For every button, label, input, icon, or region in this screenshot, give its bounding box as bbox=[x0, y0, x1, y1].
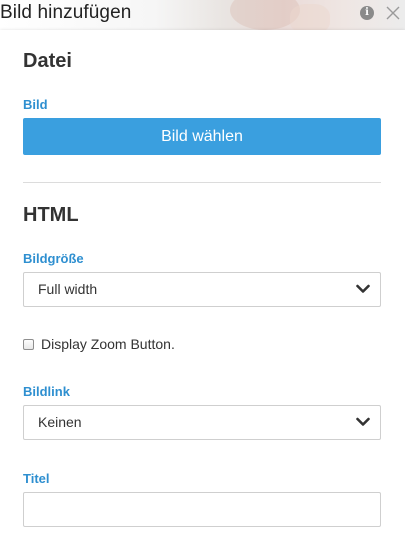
dialog-panel: Datei Bild Bild wählen HTML Bildgröße Fu… bbox=[0, 30, 405, 544]
section-divider bbox=[23, 182, 381, 183]
section-title-html: HTML bbox=[23, 204, 79, 226]
image-link-label: Bildlink bbox=[23, 384, 70, 399]
chevron-down-icon bbox=[356, 284, 370, 293]
image-link-select[interactable]: Keinen bbox=[23, 405, 381, 440]
zoom-button-option[interactable]: Display Zoom Button. bbox=[23, 336, 175, 352]
image-size-select[interactable]: Full width bbox=[23, 272, 381, 307]
title-input[interactable] bbox=[23, 492, 381, 527]
dialog-titlebar: Bild hinzufügen i bbox=[0, 0, 405, 30]
chevron-down-icon bbox=[356, 417, 370, 426]
image-label: Bild bbox=[23, 97, 48, 112]
zoom-button-checkbox[interactable] bbox=[23, 338, 34, 350]
image-size-value: Full width bbox=[38, 281, 98, 297]
close-icon[interactable] bbox=[384, 4, 402, 22]
dialog-title: Bild hinzufügen bbox=[0, 2, 132, 23]
titlebar-background-image-detail bbox=[290, 4, 330, 30]
image-link-value: Keinen bbox=[38, 414, 82, 430]
choose-image-button[interactable]: Bild wählen bbox=[23, 118, 381, 155]
image-size-label: Bildgröße bbox=[23, 251, 84, 266]
zoom-button-label: Display Zoom Button. bbox=[41, 336, 175, 352]
title-label: Titel bbox=[23, 471, 50, 486]
info-icon[interactable]: i bbox=[360, 6, 374, 20]
section-title-datei: Datei bbox=[23, 50, 72, 72]
